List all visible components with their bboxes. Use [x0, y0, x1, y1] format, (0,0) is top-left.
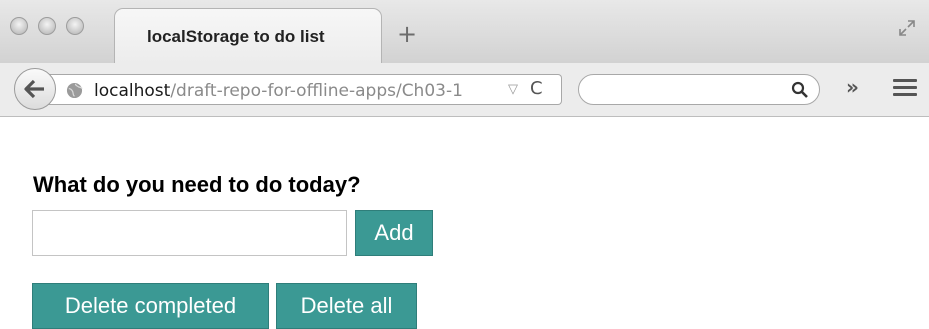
- delete-all-button[interactable]: Delete all: [276, 283, 417, 329]
- reload-button[interactable]: C: [530, 78, 543, 99]
- url-path: /draft-repo-for-offline-apps/Ch03-1: [170, 81, 463, 101]
- url-host: localhost: [94, 81, 171, 101]
- close-window-button[interactable]: [10, 17, 28, 35]
- toolbar-overflow-button[interactable]: »: [846, 75, 859, 99]
- search-bar[interactable]: [578, 74, 820, 105]
- zoom-window-button[interactable]: [66, 17, 84, 35]
- delete-completed-button[interactable]: Delete completed: [32, 283, 269, 329]
- search-icon[interactable]: [791, 81, 809, 99]
- window-titlebar: localStorage to do list +: [0, 0, 929, 64]
- todo-input[interactable]: [32, 210, 347, 256]
- add-button[interactable]: Add: [355, 210, 433, 256]
- minimize-window-button[interactable]: [38, 17, 56, 35]
- url-text: localhost/draft-repo-for-offline-apps/Ch…: [94, 81, 502, 101]
- browser-tab[interactable]: localStorage to do list: [114, 8, 382, 64]
- fullscreen-icon[interactable]: [899, 20, 915, 36]
- navigation-toolbar: localhost/draft-repo-for-offline-apps/Ch…: [0, 63, 929, 117]
- new-tab-button[interactable]: +: [397, 22, 417, 46]
- menu-icon[interactable]: [893, 79, 917, 99]
- globe-icon: [66, 82, 83, 99]
- url-history-dropdown[interactable]: ▽: [508, 81, 518, 97]
- tab-title: localStorage to do list: [147, 26, 325, 46]
- url-bar[interactable]: localhost/draft-repo-for-offline-apps/Ch…: [44, 74, 562, 105]
- back-arrow-icon: [24, 79, 44, 99]
- back-button[interactable]: [14, 68, 56, 110]
- page-heading: What do you need to do today?: [33, 172, 361, 197]
